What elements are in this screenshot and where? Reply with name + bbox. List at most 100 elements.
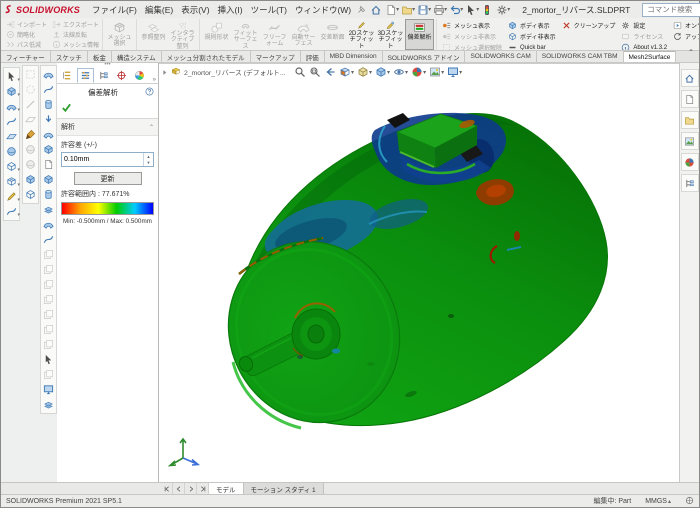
- feature-tool-11-curve-icon[interactable]: [41, 232, 56, 247]
- feature-tool-0-surface-icon[interactable]: [41, 67, 56, 82]
- feature-tool-10-surface-icon[interactable]: [41, 217, 56, 232]
- ribbon-tab-10[interactable]: SOLIDWORKS CAM TBM: [537, 51, 624, 62]
- pm-section-analysis[interactable]: 解析 ⌃: [57, 119, 158, 136]
- m2s-tool-6-wirecube-icon[interactable]: ▾: [4, 159, 19, 174]
- ribbon-tab-8[interactable]: SOLIDWORKS アドイン: [383, 51, 466, 62]
- ribbon-button-meshshow-00[interactable]: メッシュ表示: [442, 21, 502, 30]
- view-settings-icon[interactable]: ▾: [447, 66, 462, 78]
- next-tab-button[interactable]: [185, 483, 197, 494]
- configurations-tab[interactable]: [95, 68, 112, 83]
- m2s-tool-1-cube-icon[interactable]: ▾: [4, 84, 19, 99]
- sketch-tool-8-wirecube-icon[interactable]: [23, 187, 38, 202]
- ribbon-button-deviation[interactable]: 偏差解析: [405, 19, 434, 50]
- ribbon-button-tutorial-40[interactable]: オンラインチュートリアル: [673, 21, 699, 30]
- ribbon-button-cleanup-20[interactable]: クリーンアップ: [562, 21, 616, 30]
- menu-item-1[interactable]: 編集(E): [141, 4, 177, 16]
- m2s-tool-2-surface-icon[interactable]: ▾: [4, 99, 19, 114]
- sketch-tool-4-brush-icon[interactable]: [23, 127, 38, 142]
- custom-properties-icon[interactable]: [681, 174, 699, 192]
- m2s-tool-9-curve-icon[interactable]: ▾: [4, 204, 19, 219]
- document-tab-label[interactable]: 2_mortor_リバース (デフォルト...: [184, 67, 286, 77]
- feature-tool-2-cylinder-icon[interactable]: [41, 97, 56, 112]
- pm-ok-button[interactable]: [61, 102, 72, 115]
- graphics-viewport[interactable]: 2_mortor_リバース (デフォルト... ▾▾▾▾▾▾▾: [159, 63, 681, 482]
- ribbon-tab-4[interactable]: メッシュ分割されたモデル: [162, 51, 251, 62]
- ribbon-tab-6[interactable]: 評価: [301, 51, 325, 62]
- model-tab-1[interactable]: モーション スタディ 1: [244, 483, 324, 494]
- file-explorer-icon[interactable]: [681, 111, 699, 129]
- ribbon-tab-3[interactable]: 構造システム: [112, 51, 162, 62]
- display-style-icon[interactable]: ▾: [375, 66, 390, 78]
- feature-tool-9-layers-icon[interactable]: [41, 202, 56, 217]
- property-manager-tab[interactable]: [77, 68, 94, 83]
- pm-help-icon[interactable]: [145, 87, 154, 98]
- m2s-tool-3-curve-icon[interactable]: [4, 114, 19, 129]
- feature-tool-21-monitor-icon[interactable]: [41, 382, 56, 397]
- zoom-fit-icon[interactable]: [294, 66, 306, 78]
- ribbon-tab-9[interactable]: SOLIDWORKS CAM: [465, 51, 536, 62]
- ribbon-button-wirecube-11[interactable]: ボディ非表示: [508, 32, 556, 41]
- sketch-tool-7-cube-icon[interactable]: [23, 172, 38, 187]
- ribbon-button-cube-10[interactable]: ボディ表示: [508, 21, 556, 30]
- feature-tool-19-cursor-icon[interactable]: [41, 352, 56, 367]
- zoom-area-icon[interactable]: [309, 66, 321, 78]
- feature-tool-8-cylinder-icon[interactable]: [41, 187, 56, 202]
- hide-show-items-icon[interactable]: ▾: [393, 66, 408, 78]
- tolerance-stepper[interactable]: ▲▼: [143, 153, 153, 166]
- last-tab-button[interactable]: [197, 483, 209, 494]
- dimxpert-tab[interactable]: [113, 68, 130, 83]
- apply-scene-icon[interactable]: ▾: [429, 66, 444, 78]
- menu-item-0[interactable]: ファイル(F): [88, 4, 141, 16]
- flyout-tree-arrow-icon[interactable]: [161, 69, 168, 76]
- first-tab-button[interactable]: [161, 483, 173, 494]
- search-input[interactable]: [645, 4, 700, 15]
- feature-tool-7-cube-icon[interactable]: [41, 172, 56, 187]
- update-button[interactable]: 更新: [74, 172, 142, 185]
- ribbon-tab-1[interactable]: スケッチ: [51, 51, 88, 62]
- ribbon-button-gear-30[interactable]: 設定: [621, 21, 667, 30]
- tolerance-input[interactable]: [62, 153, 143, 166]
- edit-appearance-icon[interactable]: ▾: [411, 66, 426, 78]
- sw-resources-icon[interactable]: [681, 69, 699, 87]
- m2s-tool-5-sphere-icon[interactable]: [4, 144, 19, 159]
- menu-pin-icon[interactable]: [357, 3, 366, 17]
- ribbon-tab-2[interactable]: 板金: [88, 51, 112, 62]
- previous-view-icon[interactable]: [324, 66, 336, 78]
- m2s-tool-8-pencil2d-icon[interactable]: ▾: [4, 189, 19, 204]
- ribbon-tab-7[interactable]: MBD Dimension: [325, 51, 383, 62]
- view-palette-icon[interactable]: [681, 132, 699, 150]
- model-tab-0[interactable]: モデル: [209, 483, 244, 494]
- ribbon-tab-11[interactable]: Mesh2Surface: [624, 51, 677, 62]
- tag-icon[interactable]: [685, 496, 694, 507]
- menu-item-5[interactable]: ウィンドウ(W): [291, 4, 355, 16]
- section-view-icon[interactable]: ▾: [339, 66, 354, 78]
- prev-tab-button[interactable]: [173, 483, 185, 494]
- feature-tree-tab[interactable]: [59, 68, 76, 83]
- ribbon-tab-0[interactable]: フィーチャー: [1, 51, 51, 62]
- stepper-down-icon[interactable]: ▼: [144, 160, 153, 167]
- motor-deviation-model[interactable]: [159, 64, 681, 485]
- rebuild-icon[interactable]: [479, 3, 494, 17]
- design-library-icon[interactable]: [681, 90, 699, 108]
- options-icon-caret[interactable]: ▾: [507, 6, 510, 13]
- feature-tool-5-cube-icon[interactable]: [41, 142, 56, 157]
- ribbon-button-about-32[interactable]: About v1.3.2: [621, 43, 667, 50]
- ribbon-button-pencil3d[interactable]: 3Dスケッチフィット: [376, 19, 405, 50]
- units-caret-icon[interactable]: ▴: [668, 498, 671, 505]
- collapse-chevron-icon[interactable]: ⌃: [149, 124, 154, 131]
- menu-item-3[interactable]: 挿入(I): [214, 4, 247, 16]
- command-search-box[interactable]: ▾: [642, 3, 700, 17]
- feature-tool-22-layers-icon[interactable]: [41, 397, 56, 412]
- ribbon-button-quickbar-12[interactable]: Quick bar: [508, 43, 556, 50]
- appearances-scenes-icon[interactable]: [681, 153, 699, 171]
- ribbon-button-refresh-41[interactable]: アップデートチェック: [673, 32, 699, 41]
- menu-item-2[interactable]: 表示(V): [177, 4, 213, 16]
- view-orientation-icon[interactable]: ▾: [357, 66, 372, 78]
- feature-tool-6-doc-icon[interactable]: [41, 157, 56, 172]
- feature-tool-4-surface-icon[interactable]: [41, 127, 56, 142]
- home-icon[interactable]: [368, 3, 383, 17]
- m2s-tool-7-mesh-icon[interactable]: ▾: [4, 174, 19, 189]
- menu-item-4[interactable]: ツール(T): [247, 4, 291, 16]
- display-manager-tab[interactable]: [131, 68, 148, 83]
- feature-tool-1-curve-icon[interactable]: [41, 82, 56, 97]
